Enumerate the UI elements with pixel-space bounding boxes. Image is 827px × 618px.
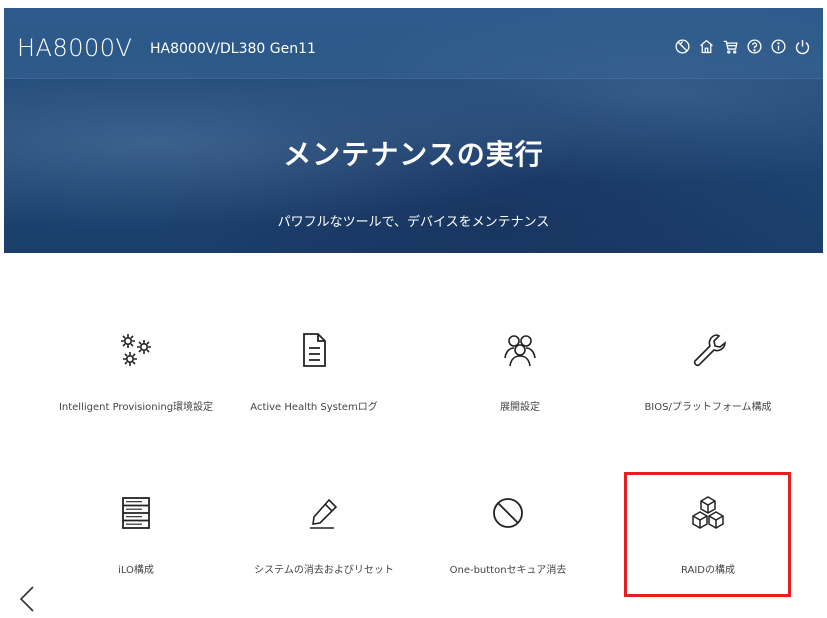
hero-title: メンテナンスの実行: [283, 138, 544, 171]
tile-intelligent-provisioning[interactable]: Intelligent Provisioning環境設定: [46, 330, 226, 413]
home-icon[interactable]: [698, 38, 715, 55]
top-bar: HA8000V HA8000V/DL380 Gen11: [4, 8, 823, 79]
selection-highlight: [624, 472, 791, 597]
chevron-left-icon[interactable]: [16, 584, 40, 614]
tile-active-health-system[interactable]: Active Health Systemログ: [224, 330, 404, 413]
toolbar-icons: [674, 38, 811, 55]
eraser-icon: [310, 498, 338, 529]
tile-label: Intelligent Provisioning環境設定: [58, 402, 214, 413]
tile-label: BIOS/プラットフォーム構成: [644, 402, 772, 413]
users-icon: [504, 335, 536, 367]
tile-bios-platform[interactable]: BIOS/プラットフォーム構成: [618, 330, 798, 413]
tile-label: システムの消去およびリセット: [254, 565, 394, 576]
info-icon[interactable]: [770, 38, 787, 55]
top-border: [0, 0, 827, 8]
brand-title: HA8000V: [17, 34, 133, 62]
hero-subtitle: パワフルなツールで、デバイスをメンテナンス: [277, 215, 550, 230]
server-icon: [122, 497, 150, 529]
tile-deployment-settings[interactable]: 展開設定: [430, 330, 610, 413]
power-schedule-icon[interactable]: [674, 38, 691, 55]
document-icon: [303, 333, 326, 367]
tile-label: Active Health Systemログ: [250, 402, 378, 413]
cart-icon[interactable]: [722, 38, 739, 55]
server-model: HA8000V/DL380 Gen11: [150, 41, 316, 57]
prohibited-icon: [493, 498, 523, 528]
tile-one-button-secure-erase[interactable]: One-buttonセキュア消去: [418, 493, 598, 576]
header-banner: HA8000V HA8000V/DL380 Gen11 メンテナンスの実行 パワ…: [4, 8, 823, 253]
gears-icon: [121, 334, 151, 366]
tile-label: iLO構成: [118, 565, 154, 576]
tile-system-erase-reset[interactable]: システムの消去およびリセット: [234, 493, 414, 576]
tile-label: One-buttonセキュア消去: [449, 565, 567, 576]
tile-ilo-config[interactable]: iLO構成: [46, 493, 226, 576]
power-icon[interactable]: [794, 38, 811, 55]
wrench-icon: [693, 334, 726, 367]
help-icon[interactable]: [746, 38, 763, 55]
tile-label: 展開設定: [500, 402, 540, 413]
